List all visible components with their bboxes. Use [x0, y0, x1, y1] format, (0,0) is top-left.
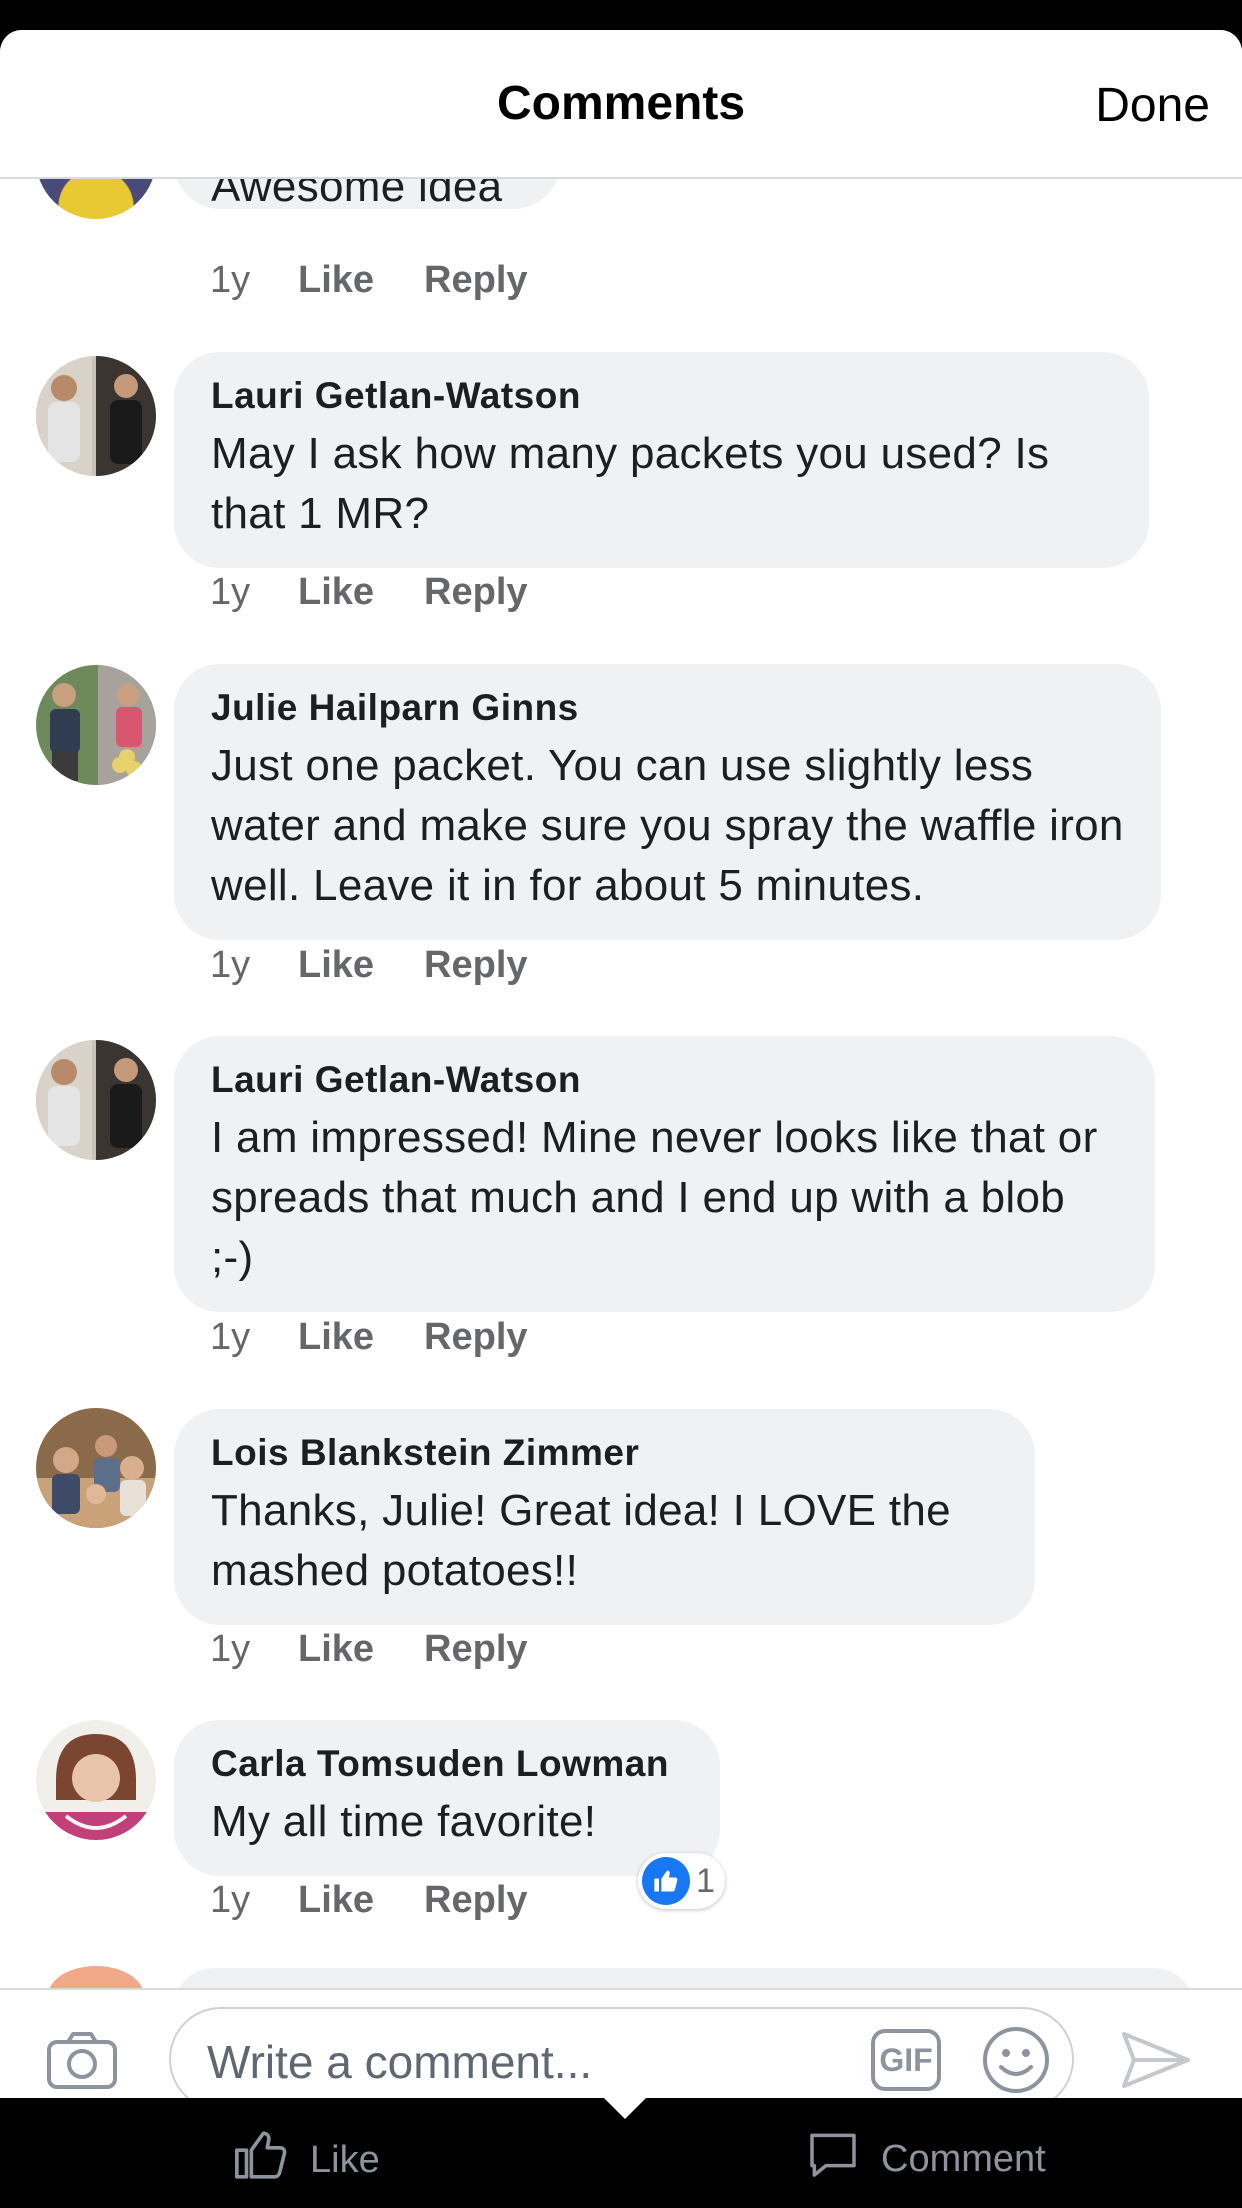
like-link[interactable]: Like: [298, 1628, 374, 1671]
header: Comments Done: [0, 30, 1242, 179]
reply-link[interactable]: Reply: [424, 571, 527, 614]
comment-input[interactable]: Write a comment... GIF: [169, 2007, 1074, 2098]
like-link[interactable]: Like: [298, 1879, 374, 1922]
page-title: Comments: [496, 77, 746, 130]
done-button[interactable]: Done: [1095, 78, 1210, 133]
comment-time: 1y: [210, 1879, 251, 1921]
comment-action-button[interactable]: Comment: [803, 2126, 1046, 2192]
comment-action-label: Comment: [881, 2137, 1046, 2180]
like-link[interactable]: Like: [298, 1316, 374, 1359]
avatar[interactable]: [36, 356, 156, 476]
like-link[interactable]: Like: [298, 944, 374, 987]
like-link[interactable]: Like: [298, 571, 374, 614]
comment-text: I am impressed! Mine never looks like th…: [211, 1113, 1098, 1282]
comment-meta: 1y Like Reply: [210, 1316, 578, 1359]
comment-meta: 1y Like Reply: [210, 259, 578, 302]
reply-link[interactable]: Reply: [424, 1316, 527, 1359]
comment-text: Awesome idea: [211, 179, 503, 211]
sheet-pointer: [603, 2097, 647, 2119]
like-link[interactable]: Like: [298, 259, 374, 302]
avatar[interactable]: [36, 1408, 156, 1528]
comment-author[interactable]: Lois Blankstein Zimmer: [211, 1431, 999, 1475]
reply-link[interactable]: Reply: [424, 1879, 527, 1922]
comment-bubble[interactable]: Lauri Getlan-Watson I am impressed! Mine…: [174, 1036, 1155, 1312]
comment-bubble[interactable]: Lois Blankstein Zimmer Thanks, Julie! Gr…: [174, 1409, 1035, 1625]
comment-composer: Write a comment... GIF: [0, 1988, 1242, 2098]
avatar[interactable]: [36, 179, 156, 219]
comment-text: May I ask how many packets you used? Is …: [211, 429, 1050, 538]
comments-sheet: Comments Done Awesome idea 1y Like Reply: [0, 30, 1242, 2098]
comment-author[interactable]: Julie Hailparn Ginns: [211, 686, 1125, 730]
comment-time: 1y: [210, 944, 251, 986]
comment-icon: [803, 2126, 863, 2192]
comment-bubble[interactable]: Carla Tomsuden Lowman My all time favori…: [174, 1720, 720, 1876]
avatar[interactable]: [36, 1040, 156, 1160]
comment-author[interactable]: Carla Tomsuden Lowman: [211, 1742, 684, 1786]
comment-time: 1y: [210, 571, 251, 613]
reply-link[interactable]: Reply: [424, 1628, 527, 1671]
comment-time: 1y: [210, 1628, 251, 1670]
thumbs-up-icon: [642, 1857, 690, 1905]
avatar[interactable]: [36, 1720, 156, 1840]
reply-link[interactable]: Reply: [424, 259, 527, 302]
comment-meta: 1y Like Reply: [210, 1879, 578, 1922]
comment-bubble[interactable]: Lauri Getlan-Watson May I ask how many p…: [174, 352, 1149, 568]
comment-text: My all time favorite!: [211, 1797, 597, 1846]
comment-time: 1y: [210, 259, 251, 301]
smiley-icon[interactable]: [981, 2025, 1051, 2098]
comment-time: 1y: [210, 1316, 251, 1358]
camera-icon[interactable]: [46, 2030, 118, 2095]
reaction-badge[interactable]: 1: [638, 1853, 725, 1909]
comment-author[interactable]: Lauri Getlan-Watson: [211, 374, 1113, 418]
like-action-button[interactable]: Like: [230, 2126, 380, 2194]
comment-bubble[interactable]: Julie Hailparn Ginns Just one packet. Yo…: [174, 664, 1161, 940]
avatar[interactable]: [36, 665, 156, 785]
reaction-count: 1: [696, 1861, 715, 1900]
comment-meta: 1y Like Reply: [210, 571, 578, 614]
send-icon[interactable]: [1120, 2030, 1192, 2095]
comment-text: Thanks, Julie! Great idea! I LOVE the ma…: [211, 1486, 951, 1595]
reply-link[interactable]: Reply: [424, 944, 527, 987]
comment-list[interactable]: Awesome idea 1y Like Reply Lauri Getlan-…: [0, 179, 1242, 1988]
comment-input-placeholder: Write a comment...: [207, 2036, 593, 2088]
comment-author[interactable]: Lauri Getlan-Watson: [211, 1058, 1119, 1102]
comment-meta: 1y Like Reply: [210, 944, 578, 987]
comment-bubble[interactable]: Awesome idea: [174, 179, 560, 211]
comment-meta: 1y Like Reply: [210, 1628, 578, 1671]
like-action-label: Like: [310, 2138, 380, 2181]
comment-text: Just one packet. You can use slightly le…: [211, 741, 1124, 910]
thumbs-up-icon: [230, 2126, 292, 2194]
gif-icon[interactable]: GIF: [871, 2029, 941, 2091]
